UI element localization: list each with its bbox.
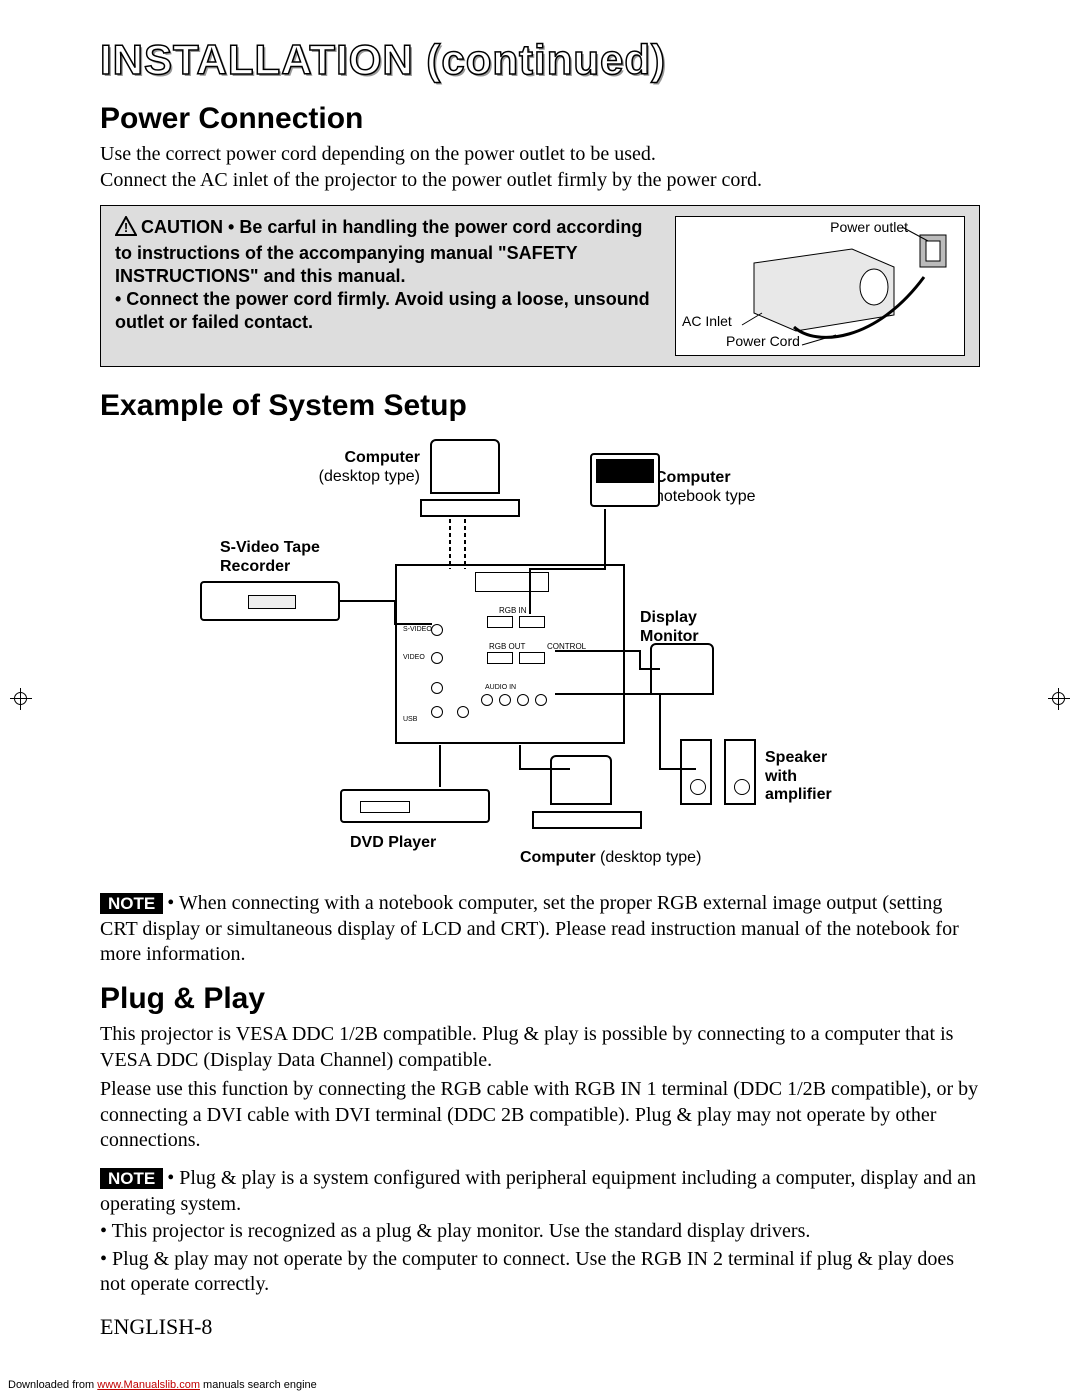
manualslib-link[interactable]: www.Manualslib.com	[97, 1379, 200, 1391]
download-suffix: manuals search engine	[200, 1379, 317, 1391]
heading-plug-play: Plug & Play	[100, 982, 980, 1016]
device-keyboard-top	[420, 499, 520, 517]
device-speaker-right	[724, 739, 756, 805]
label-usb-port: USB	[403, 716, 417, 723]
device-speaker-left	[680, 739, 712, 805]
label-computer-desktop-bottom: Computer (desktop type)	[520, 849, 701, 867]
plugplay-para1: This projector is VESA DDC 1/2B compatib…	[100, 1022, 980, 1073]
heading-system-setup: Example of System Setup	[100, 389, 980, 423]
heading-power-connection: Power Connection	[100, 102, 980, 136]
note-2-text: • Plug & play is a system configured wit…	[100, 1167, 976, 1215]
port-dvi	[475, 572, 549, 592]
power-para1: Use the correct power cord depending on …	[100, 143, 656, 165]
plugplay-para2: Please use this function by connecting t…	[100, 1077, 980, 1154]
label-svideo-recorder: S-Video Tape Recorder	[220, 539, 340, 576]
page-number: ENGLISH-8	[100, 1314, 980, 1340]
caution-box: ! CAUTION • Be carful in handling the po…	[100, 205, 980, 367]
label-display-monitor: Display Monitor	[640, 609, 720, 646]
label-speaker: Speaker with amplifier	[765, 749, 855, 804]
label-svideo-port: S-VIDEO	[403, 626, 432, 633]
note-1-text: • When connecting with a notebook comput…	[100, 892, 959, 965]
label-video-port: VIDEO	[403, 654, 425, 661]
label-control: CONTROL	[547, 642, 586, 651]
power-para2: Connect the AC inlet of the projector to…	[100, 169, 762, 191]
note-1: NOTE• When connecting with a notebook co…	[100, 891, 980, 968]
plugplay-bullet1: • This projector is recognized as a plug…	[100, 1219, 980, 1245]
label-rgb-out: RGB OUT	[489, 642, 525, 651]
svg-text:!: !	[124, 220, 128, 235]
device-projector-rear-panel: RGB IN RGB OUT CONTROL S-VIDEO VIDEO AUD…	[395, 564, 625, 744]
note-badge-1: NOTE	[100, 893, 163, 914]
caution-lead: CAUTION	[141, 217, 223, 237]
power-para: Use the correct power cord depending on …	[100, 142, 980, 193]
device-display-monitor	[650, 643, 714, 695]
caution-text-block: ! CAUTION • Be carful in handling the po…	[115, 216, 657, 334]
device-desktop-monitor-top	[430, 439, 500, 494]
note-2: NOTE• Plug & play is a system configured…	[100, 1166, 980, 1217]
label-audio-in: AUDIO IN	[485, 684, 516, 691]
device-dvd-player	[340, 789, 490, 823]
device-notebook	[590, 453, 660, 507]
download-attribution: Downloaded from www.Manualslib.com manua…	[8, 1379, 317, 1391]
warning-icon: !	[115, 216, 137, 242]
label-dvd-player: DVD Player	[350, 834, 436, 852]
download-prefix: Downloaded from	[8, 1379, 97, 1391]
label-computer-desktop-top: Computer (desktop type)	[310, 449, 420, 486]
projector-sketch-icon	[676, 217, 966, 357]
device-desktop-monitor-bottom	[550, 755, 612, 805]
device-svideo-recorder	[200, 581, 340, 621]
label-rgb-in: RGB IN	[499, 606, 527, 615]
note-badge-2: NOTE	[100, 1168, 163, 1189]
crop-mark-right	[1048, 688, 1070, 710]
crop-mark-left	[10, 688, 32, 710]
label-computer-notebook: Computer notebook type	[655, 469, 756, 506]
device-keyboard-bottom	[532, 811, 642, 829]
page-title: INSTALLATION (continued)	[100, 36, 980, 84]
system-setup-diagram: Computer (desktop type) Computer noteboo…	[100, 429, 980, 879]
power-cord-illustration: Power outlet AC Inlet Power Cord	[675, 216, 965, 356]
plugplay-bullet2: • Plug & play may not operate by the com…	[100, 1247, 980, 1298]
